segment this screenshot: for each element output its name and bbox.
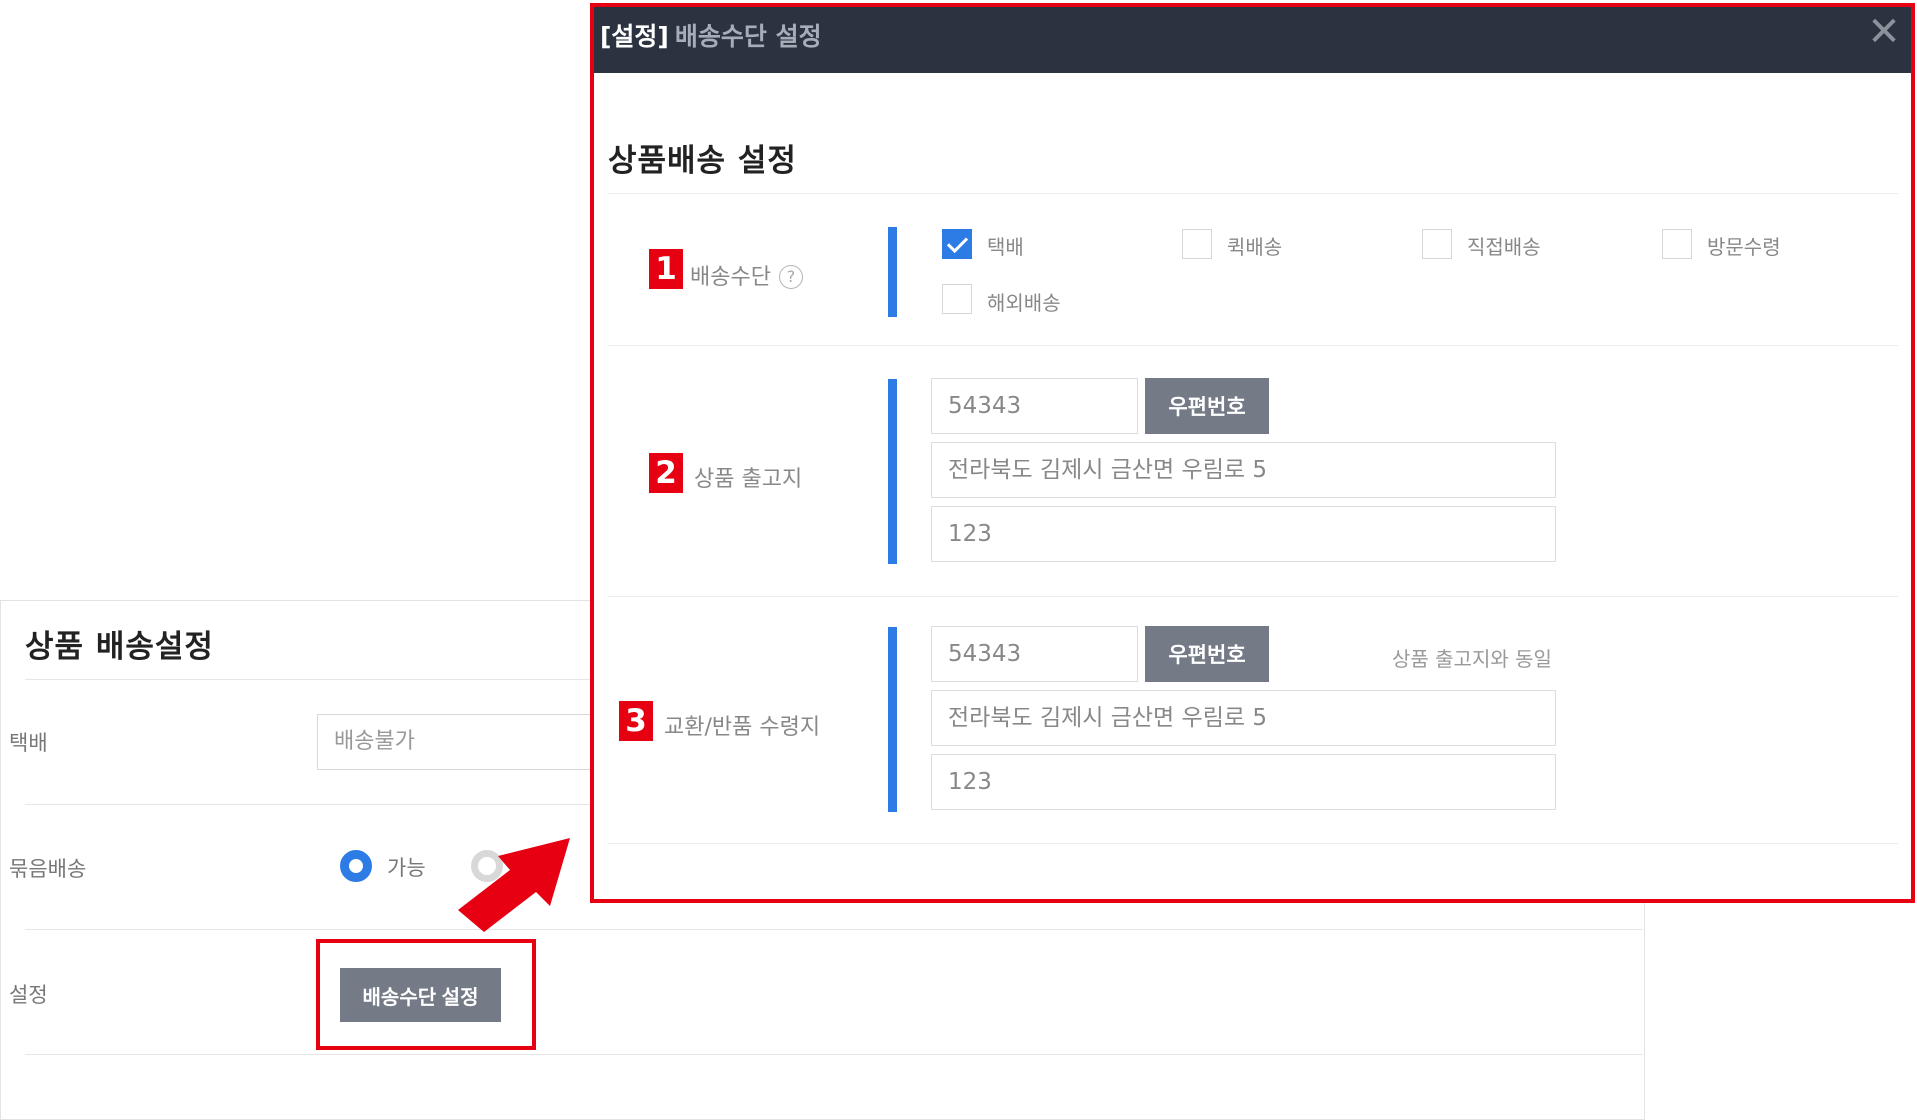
panel-title: 상품 배송설정: [25, 629, 214, 665]
checkbox-quick-label: 퀵배송: [1227, 235, 1283, 259]
return-address-input[interactable]: 전라북도 김제시 금산면 우림로 5: [931, 690, 1556, 746]
checkbox-direct-label: 직접배송: [1467, 235, 1541, 259]
checkbox-pickup-label: 방문수령: [1707, 235, 1781, 259]
highlight-box: [316, 939, 536, 1050]
origin-zip-button[interactable]: 우편번호: [1145, 378, 1269, 434]
return-address-label: 교환/반품 수령지: [664, 715, 821, 740]
row-accent-bar: [888, 627, 897, 812]
checkbox-courier[interactable]: [942, 229, 972, 259]
same-as-origin-link[interactable]: 상품 출고지와 동일: [1392, 643, 1552, 672]
divider: [25, 1054, 1643, 1055]
return-zip-button[interactable]: 우편번호: [1145, 626, 1269, 682]
courier-value-field[interactable]: 배송불가: [317, 714, 617, 770]
row-accent-bar: [888, 227, 897, 317]
checkbox-overseas-label: 해외배송: [987, 291, 1061, 315]
shipping-method-label: 배송수단?: [690, 259, 803, 291]
divider: [608, 596, 1898, 597]
origin-address-detail-input[interactable]: 123: [931, 506, 1556, 562]
modal-header: [설정] 배송수단 설정 ✕: [594, 7, 1911, 73]
bundle-shipping-label: 묶음배송: [9, 857, 87, 881]
return-zip-input[interactable]: 54343: [931, 626, 1138, 682]
origin-address-input[interactable]: 전라북도 김제시 금산면 우림로 5: [931, 442, 1556, 498]
bundle-yes-label: 가능: [387, 856, 426, 880]
divider: [608, 193, 1898, 194]
checkbox-quick[interactable]: [1182, 229, 1212, 259]
close-icon[interactable]: ✕: [1867, 12, 1901, 52]
checkbox-direct[interactable]: [1422, 229, 1452, 259]
red-arrow-icon: [458, 838, 570, 932]
shipping-method-modal: [설정] 배송수단 설정 ✕ 상품배송 설정 1 배송수단? 택배 퀵배송 직접배…: [590, 3, 1915, 903]
bundle-yes-radio[interactable]: [340, 850, 372, 882]
help-icon[interactable]: ?: [778, 265, 803, 289]
settings-label: 설정: [9, 983, 48, 1007]
divider: [608, 843, 1898, 844]
origin-label: 상품 출고지: [694, 467, 803, 492]
divider: [608, 345, 1898, 346]
modal-title-text: 배송수단 설정: [674, 22, 822, 51]
divider: [25, 929, 1643, 930]
checkbox-overseas[interactable]: [942, 284, 972, 314]
step-number-badge: 1: [649, 249, 683, 289]
return-address-detail-input[interactable]: 123: [931, 754, 1556, 810]
section-title: 상품배송 설정: [608, 143, 797, 179]
origin-zip-input[interactable]: 54343: [931, 378, 1138, 434]
step-number-badge: 3: [619, 701, 653, 741]
courier-label: 택배: [9, 731, 48, 755]
modal-title-prefix: [설정]: [600, 22, 669, 51]
row-accent-bar: [888, 379, 897, 564]
checkbox-pickup[interactable]: [1662, 229, 1692, 259]
step-number-badge: 2: [649, 453, 683, 493]
modal-title: [설정] 배송수단 설정: [600, 17, 822, 53]
checkbox-courier-label: 택배: [987, 235, 1024, 259]
